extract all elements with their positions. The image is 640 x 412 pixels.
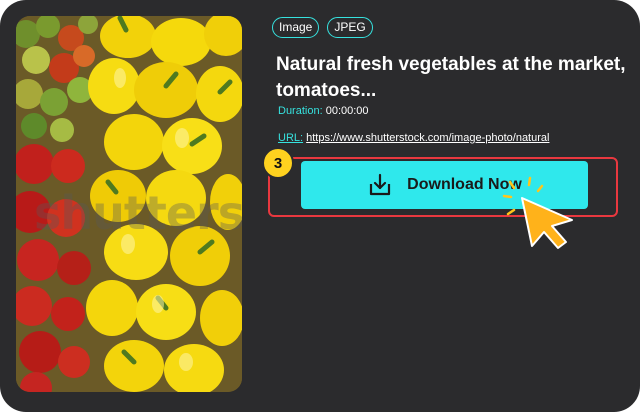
step-number-badge: 3 bbox=[262, 147, 294, 179]
url-row: URL: https://www.shutterstock.com/image-… bbox=[278, 132, 623, 144]
duration-row: Duration: 00:00:00 bbox=[278, 105, 369, 117]
tag-jpeg: JPEG bbox=[327, 17, 373, 38]
download-icon bbox=[370, 173, 391, 196]
url-link[interactable]: https://www.shutterstock.com/image-photo… bbox=[306, 132, 549, 144]
pointer-cursor-icon bbox=[502, 176, 573, 249]
duration-value: 00:00:00 bbox=[325, 105, 369, 117]
duration-label: Duration: bbox=[278, 105, 323, 117]
media-title: Natural fresh vegetables at the market, … bbox=[276, 54, 626, 101]
preview-image[interactable]: shutterstock bbox=[16, 16, 242, 392]
url-label: URL: bbox=[278, 132, 304, 144]
watermark: shutterstock bbox=[34, 186, 242, 240]
media-card: shutterstock Image JPEG Natural fresh ve… bbox=[0, 0, 640, 412]
format-tags: Image JPEG bbox=[272, 17, 373, 38]
tag-image: Image bbox=[272, 17, 320, 38]
